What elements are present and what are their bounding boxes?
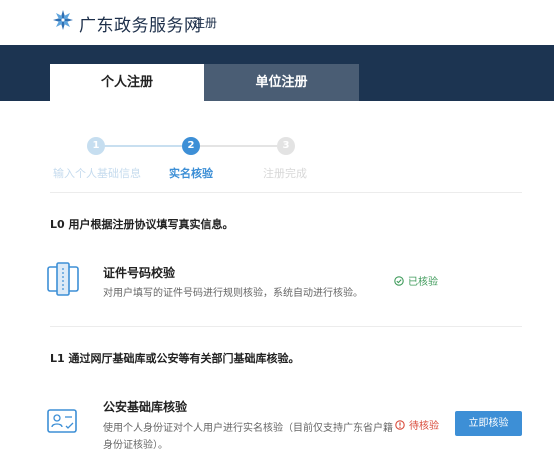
step-number: 3: [277, 137, 295, 155]
step-label: 输入个人基础信息: [53, 167, 141, 180]
page-label: 注册: [193, 16, 218, 30]
item-description: 对用户填写的证件号码进行规则核验，系统自动进行核验。: [103, 288, 363, 299]
tab-personal-register[interactable]: 个人注册: [50, 64, 204, 101]
step-label: 实名核验: [169, 167, 213, 180]
check-circle-icon: [394, 275, 404, 286]
tab-organization-register[interactable]: 单位注册: [204, 64, 359, 101]
step-number: 2: [182, 137, 200, 155]
status-label: 已核验: [408, 277, 438, 288]
step-label: 注册完成: [263, 167, 307, 180]
status-label: 待核验: [409, 421, 439, 432]
divider: [50, 192, 522, 193]
id-card-icon: [47, 262, 79, 296]
top-bar: 广东政务服务网 注册: [0, 0, 554, 45]
site-name[interactable]: 广东政务服务网: [79, 11, 202, 36]
alert-circle-icon: [395, 419, 405, 430]
id-badge-icon: [47, 409, 77, 433]
verify-now-button[interactable]: 立即核验: [455, 411, 522, 436]
status-pending: 待核验: [395, 417, 439, 432]
step-connector: [200, 145, 277, 147]
step-connector: [104, 145, 182, 147]
guangdong-logo-icon[interactable]: [52, 9, 74, 31]
step-number: 1: [87, 137, 105, 155]
item-title: 公安基础库核验: [103, 400, 188, 414]
divider: [50, 326, 522, 327]
item-description: 使用个人身份证对个人用户进行实名核验（目前仅支持广东省户籍身份证核验）。: [103, 423, 393, 451]
item-title: 证件号码校验: [103, 266, 176, 280]
status-verified: 已核验: [394, 273, 438, 288]
level-title: L0 用户根据注册协议填写真实信息。: [50, 218, 234, 231]
level-title: L1 通过网厅基础库或公安等有关部门基础库核验。: [50, 352, 300, 365]
